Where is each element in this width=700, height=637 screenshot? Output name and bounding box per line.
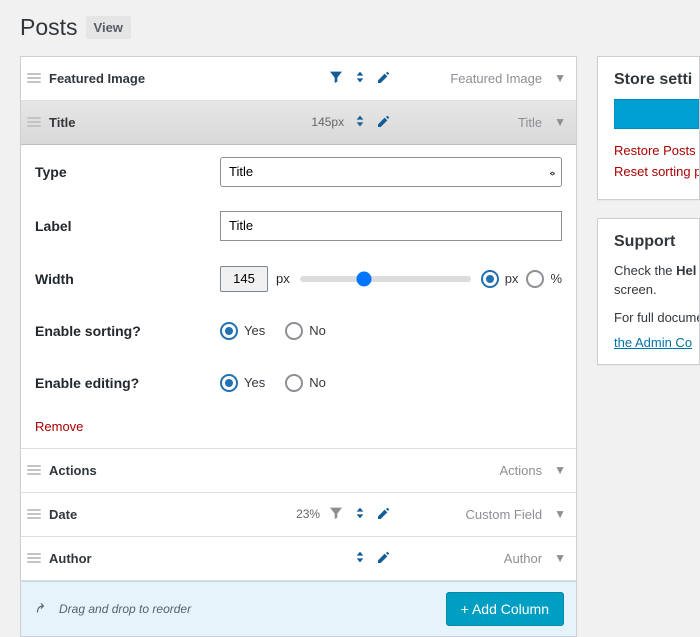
column-type-label: Featured Image [432,71,542,86]
store-primary-button[interactable] [614,99,699,129]
reset-link[interactable]: Reset sorting p [614,164,699,179]
column-editor: Type Title Label Wi [21,145,576,449]
remove-link[interactable]: Remove [35,419,83,434]
column-name: Date [49,507,77,522]
sort-icon[interactable] [352,113,368,132]
sorting-yes-option[interactable]: Yes [220,322,265,340]
drag-handle-icon[interactable] [27,465,41,475]
unit-px-radio[interactable] [481,270,499,288]
chevron-down-icon[interactable]: ▼ [554,71,566,85]
width-field-label: Width [35,271,220,287]
chevron-down-icon[interactable]: ▼ [554,115,566,129]
columns-footer: Drag and drop to reorder + Add Column [21,581,576,636]
column-type-label: Actions [432,463,542,478]
width-input[interactable] [220,266,268,292]
curved-arrow-icon [33,600,51,618]
support-title: Support [614,233,699,251]
support-docs-link[interactable]: the Admin Co [614,335,692,350]
view-button[interactable]: View [86,16,131,39]
column-row[interactable]: Title 145px Title ▼ [21,101,576,145]
unit-pct-option[interactable]: % [526,270,562,288]
column-type-label: Custom Field [432,507,542,522]
chevron-down-icon[interactable]: ▼ [554,463,566,477]
page-header: Posts View [20,0,700,56]
column-row[interactable]: Featured Image Featured Image ▼ [21,57,576,101]
drag-handle-icon[interactable] [27,117,41,127]
column-name: Featured Image [49,71,145,86]
width-slider[interactable] [300,276,471,282]
store-title: Store setti [614,71,699,89]
column-row[interactable]: Actions Actions ▼ [21,449,576,493]
edit-icon[interactable] [376,69,392,88]
drag-handle-icon[interactable] [27,509,41,519]
chevron-down-icon[interactable]: ▼ [554,551,566,565]
edit-icon[interactable] [376,113,392,132]
sort-icon[interactable] [352,549,368,568]
add-column-button[interactable]: + Add Column [446,592,564,626]
sorting-no-radio[interactable] [285,322,303,340]
chevron-down-icon[interactable]: ▼ [554,507,566,521]
drag-handle-icon[interactable] [27,73,41,83]
support-text: Check the Helscreen. [614,261,699,300]
sorting-yes-radio[interactable] [220,322,238,340]
editing-yes-radio[interactable] [220,374,238,392]
edit-icon[interactable] [376,549,392,568]
sort-icon[interactable] [352,505,368,524]
column-name: Actions [49,463,97,478]
editing-field-label: Enable editing? [35,375,220,391]
filter-icon[interactable] [328,69,344,88]
column-name: Author [49,551,92,566]
sort-icon[interactable] [352,69,368,88]
column-type-label: Author [432,551,542,566]
label-input[interactable] [220,211,562,241]
column-name: Title [49,115,76,130]
type-field-label: Type [35,164,220,180]
sorting-no-option[interactable]: No [285,322,326,340]
column-type-label: Title [432,115,542,130]
filter-icon[interactable] [328,505,344,524]
page-title: Posts [20,14,78,42]
editing-no-radio[interactable] [285,374,303,392]
restore-link[interactable]: Restore Posts [614,143,699,158]
store-widget: Store setti Restore Posts Reset sorting … [597,56,700,200]
support-text: For full docume feature sugge [614,308,699,328]
columns-panel: Featured Image Featured Image ▼ Title [20,56,577,637]
drag-handle-icon[interactable] [27,553,41,563]
drag-drop-hint: Drag and drop to reorder [33,600,191,618]
editing-no-option[interactable]: No [285,374,326,392]
unit-px-option[interactable]: px [481,270,519,288]
column-width-meta: 23% [296,507,320,521]
sorting-field-label: Enable sorting? [35,323,220,339]
width-unit: px [276,271,290,286]
type-select[interactable]: Title [220,157,562,187]
column-row[interactable]: Author Author ▼ [21,537,576,581]
column-row[interactable]: Date 23% Custom Field ▼ [21,493,576,537]
column-width-meta: 145px [311,115,344,129]
label-field-label: Label [35,218,220,234]
edit-icon[interactable] [376,505,392,524]
support-widget: Support Check the Helscreen. For full do… [597,218,700,366]
unit-pct-radio[interactable] [526,270,544,288]
editing-yes-option[interactable]: Yes [220,374,265,392]
